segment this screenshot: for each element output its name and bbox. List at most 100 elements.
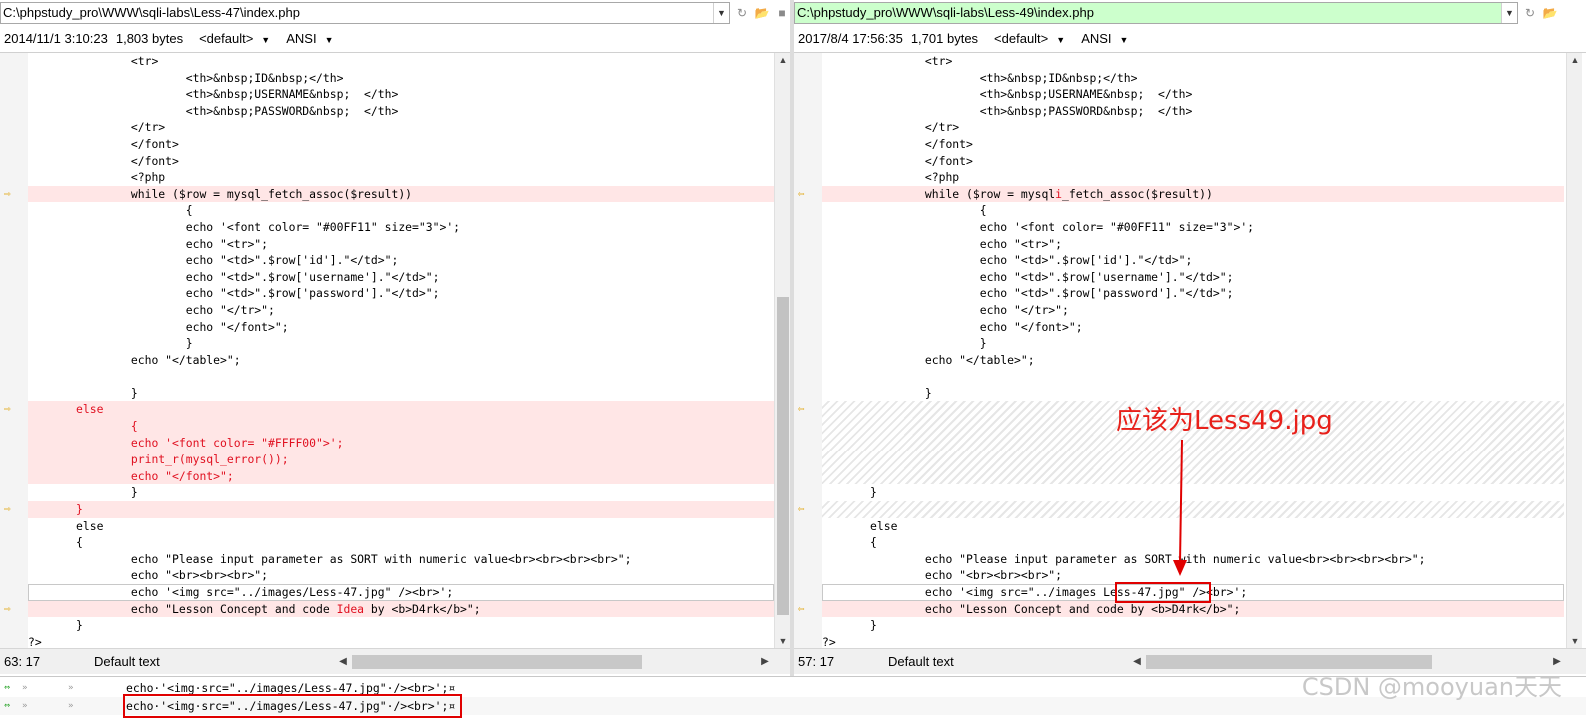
code-line[interactable]: } [28, 335, 774, 352]
code-line[interactable]: { [28, 534, 774, 551]
save-icon[interactable]: ■ [774, 5, 790, 21]
code-line[interactable]: echo '<font color= "#FFFF00">'; [28, 434, 774, 452]
code-line[interactable]: ⇦ while ($row = mysqli_fetch_assoc($resu… [798, 185, 1564, 203]
diff-marker-icon[interactable]: ⇨ [4, 188, 16, 199]
code-line[interactable]: echo "</table>"; [28, 352, 774, 369]
code-line[interactable]: echo '<font color= "#00FF11" size="3">'; [822, 219, 1564, 236]
code-line[interactable]: echo "<td>".$row['password']."</td>"; [822, 285, 1564, 302]
code-line[interactable]: } [28, 617, 774, 634]
right-code-area[interactable]: <tr> <th>&nbsp;ID&nbsp;</th> <th>&nbsp;U… [798, 53, 1564, 649]
diff-marker-icon[interactable]: ⇦ [798, 403, 810, 414]
code-line[interactable] [822, 368, 1564, 385]
code-line[interactable]: print_r(mysql_error()); [28, 451, 774, 468]
code-line[interactable]: echo "<tr>"; [28, 236, 774, 253]
code-line[interactable]: ⇦ [798, 501, 1564, 518]
diff-marker-icon[interactable]: ⇦ [798, 188, 810, 199]
code-line[interactable]: echo "<br><br><br>"; [28, 567, 774, 584]
code-line[interactable]: echo "Please input parameter as SORT wit… [28, 551, 774, 568]
code-line[interactable]: <tr> [822, 53, 1564, 70]
folder-open-icon[interactable]: 📂 [754, 5, 770, 21]
folder-open-icon[interactable]: 📂 [1542, 5, 1558, 21]
code-line[interactable]: echo "</table>"; [822, 352, 1564, 369]
code-line[interactable]: <th>&nbsp;USERNAME&nbsp; </th> [28, 86, 774, 103]
code-line[interactable]: <th>&nbsp;USERNAME&nbsp; </th> [822, 86, 1564, 103]
code-line[interactable]: echo "</font>"; [28, 319, 774, 336]
refresh-icon[interactable]: ↻ [1522, 5, 1538, 21]
code-line[interactable]: echo "<td>".$row['username']."</td>"; [28, 269, 774, 286]
code-line[interactable]: } [822, 385, 1564, 402]
right-vertical-scrollbar[interactable]: ▲ ▼ [1566, 53, 1582, 648]
code-line[interactable] [822, 434, 1564, 452]
code-line[interactable]: echo "<td>".$row['username']."</td>"; [822, 269, 1564, 286]
code-line[interactable] [822, 467, 1564, 485]
right-path-input[interactable]: C:\phpstudy_pro\WWW\sqli-labs\Less-49\in… [794, 2, 1518, 24]
code-line[interactable]: echo '<img src="../images/Less-47.jpg" /… [28, 584, 774, 601]
code-line[interactable]: </font> [28, 153, 774, 170]
left-hscroll-thumb[interactable] [352, 655, 642, 669]
code-line[interactable]: } [28, 484, 774, 501]
code-line[interactable]: echo "</tr>"; [822, 302, 1564, 319]
scroll-down-icon[interactable]: ▼ [1567, 634, 1583, 648]
code-line[interactable]: <th>&nbsp;ID&nbsp;</th> [28, 70, 774, 87]
code-line[interactable]: ⇨ } [4, 501, 774, 518]
code-line[interactable]: </font> [28, 136, 774, 153]
code-line[interactable]: { [822, 534, 1564, 551]
code-line[interactable]: ⇦ echo "Lesson Concept and code by <b>D4… [798, 600, 1564, 618]
code-line[interactable]: ⇨ echo "Lesson Concept and code Idea by … [4, 600, 774, 618]
scroll-down-icon[interactable]: ▼ [775, 634, 790, 648]
code-line[interactable]: } [822, 335, 1564, 352]
scroll-right-icon[interactable]: ▶ [758, 653, 772, 671]
left-horizontal-scrollbar[interactable]: ◀ ▶ [336, 653, 772, 671]
diff-marker-icon[interactable]: ⇦ [798, 503, 810, 514]
code-line[interactable]: ⇨ else [4, 401, 774, 419]
code-line[interactable]: echo "</tr>"; [28, 302, 774, 319]
left-path-input[interactable]: C:\phpstudy_pro\WWW\sqli-labs\Less-47\in… [0, 2, 730, 24]
code-line[interactable]: } [28, 385, 774, 402]
code-line[interactable]: { [28, 202, 774, 219]
code-line[interactable]: else [28, 518, 774, 535]
code-line[interactable]: } [822, 617, 1564, 634]
code-line[interactable]: else [822, 518, 1564, 535]
diff-marker-icon[interactable]: ⇨ [4, 503, 16, 514]
right-syntax-dropdown[interactable]: <default> ▼ [986, 31, 1065, 46]
code-line[interactable]: <th>&nbsp;ID&nbsp;</th> [822, 70, 1564, 87]
code-line[interactable]: { [28, 418, 774, 435]
code-line[interactable]: ⇨ while ($row = mysql_fetch_assoc($resul… [4, 185, 774, 203]
left-encoding-dropdown[interactable]: ANSI ▼ [278, 31, 333, 46]
code-line[interactable]: echo "Please input parameter as SORT wit… [822, 551, 1564, 568]
diff-marker-icon[interactable]: ⇨ [4, 603, 16, 614]
code-line[interactable]: echo '<font color= "#00FF11" size="3">'; [28, 219, 774, 236]
code-line[interactable] [822, 451, 1564, 468]
code-line[interactable]: <th>&nbsp;PASSWORD&nbsp; </th> [822, 103, 1564, 120]
scroll-left-icon[interactable]: ◀ [336, 653, 350, 671]
right-encoding-dropdown[interactable]: ANSI ▼ [1073, 31, 1128, 46]
right-vscroll-thumb[interactable] [1569, 69, 1581, 629]
scroll-up-icon[interactable]: ▲ [775, 53, 790, 67]
code-line[interactable]: echo "<td>".$row['id']."</td>"; [28, 252, 774, 269]
code-line[interactable]: } [822, 484, 1564, 501]
refresh-icon[interactable]: ↻ [734, 5, 750, 21]
left-vscroll-thumb[interactable] [777, 297, 789, 615]
chevron-down-icon[interactable]: ▼ [1501, 3, 1517, 23]
code-line[interactable]: echo "<td>".$row['password']."</td>"; [28, 285, 774, 302]
code-line[interactable]: echo "</font>"; [822, 319, 1564, 336]
code-line[interactable]: echo "<tr>"; [822, 236, 1564, 253]
scroll-up-icon[interactable]: ▲ [1567, 53, 1583, 67]
code-line[interactable]: </font> [822, 153, 1564, 170]
left-vertical-scrollbar[interactable]: ▲ ▼ [774, 53, 790, 648]
code-line[interactable]: </tr> [822, 119, 1564, 136]
code-line[interactable]: </tr> [28, 119, 774, 136]
code-line[interactable]: echo "</font>"; [28, 467, 774, 485]
code-line[interactable] [28, 368, 774, 385]
code-line[interactable]: </font> [822, 136, 1564, 153]
diff-marker-icon[interactable]: ⇦ [798, 603, 810, 614]
scroll-left-icon[interactable]: ◀ [1130, 653, 1144, 671]
diff-marker-icon[interactable]: ⇨ [4, 403, 16, 414]
code-line[interactable]: <?php [822, 169, 1564, 186]
left-editor[interactable]: <tr> <th>&nbsp;ID&nbsp;</th> <th>&nbsp;U… [0, 52, 790, 649]
left-syntax-dropdown[interactable]: <default> ▼ [191, 31, 270, 46]
code-line[interactable]: <?php [28, 169, 774, 186]
code-line[interactable]: { [822, 202, 1564, 219]
chevron-down-icon[interactable]: ▼ [713, 3, 729, 23]
code-line[interactable]: echo "<td>".$row['id']."</td>"; [822, 252, 1564, 269]
